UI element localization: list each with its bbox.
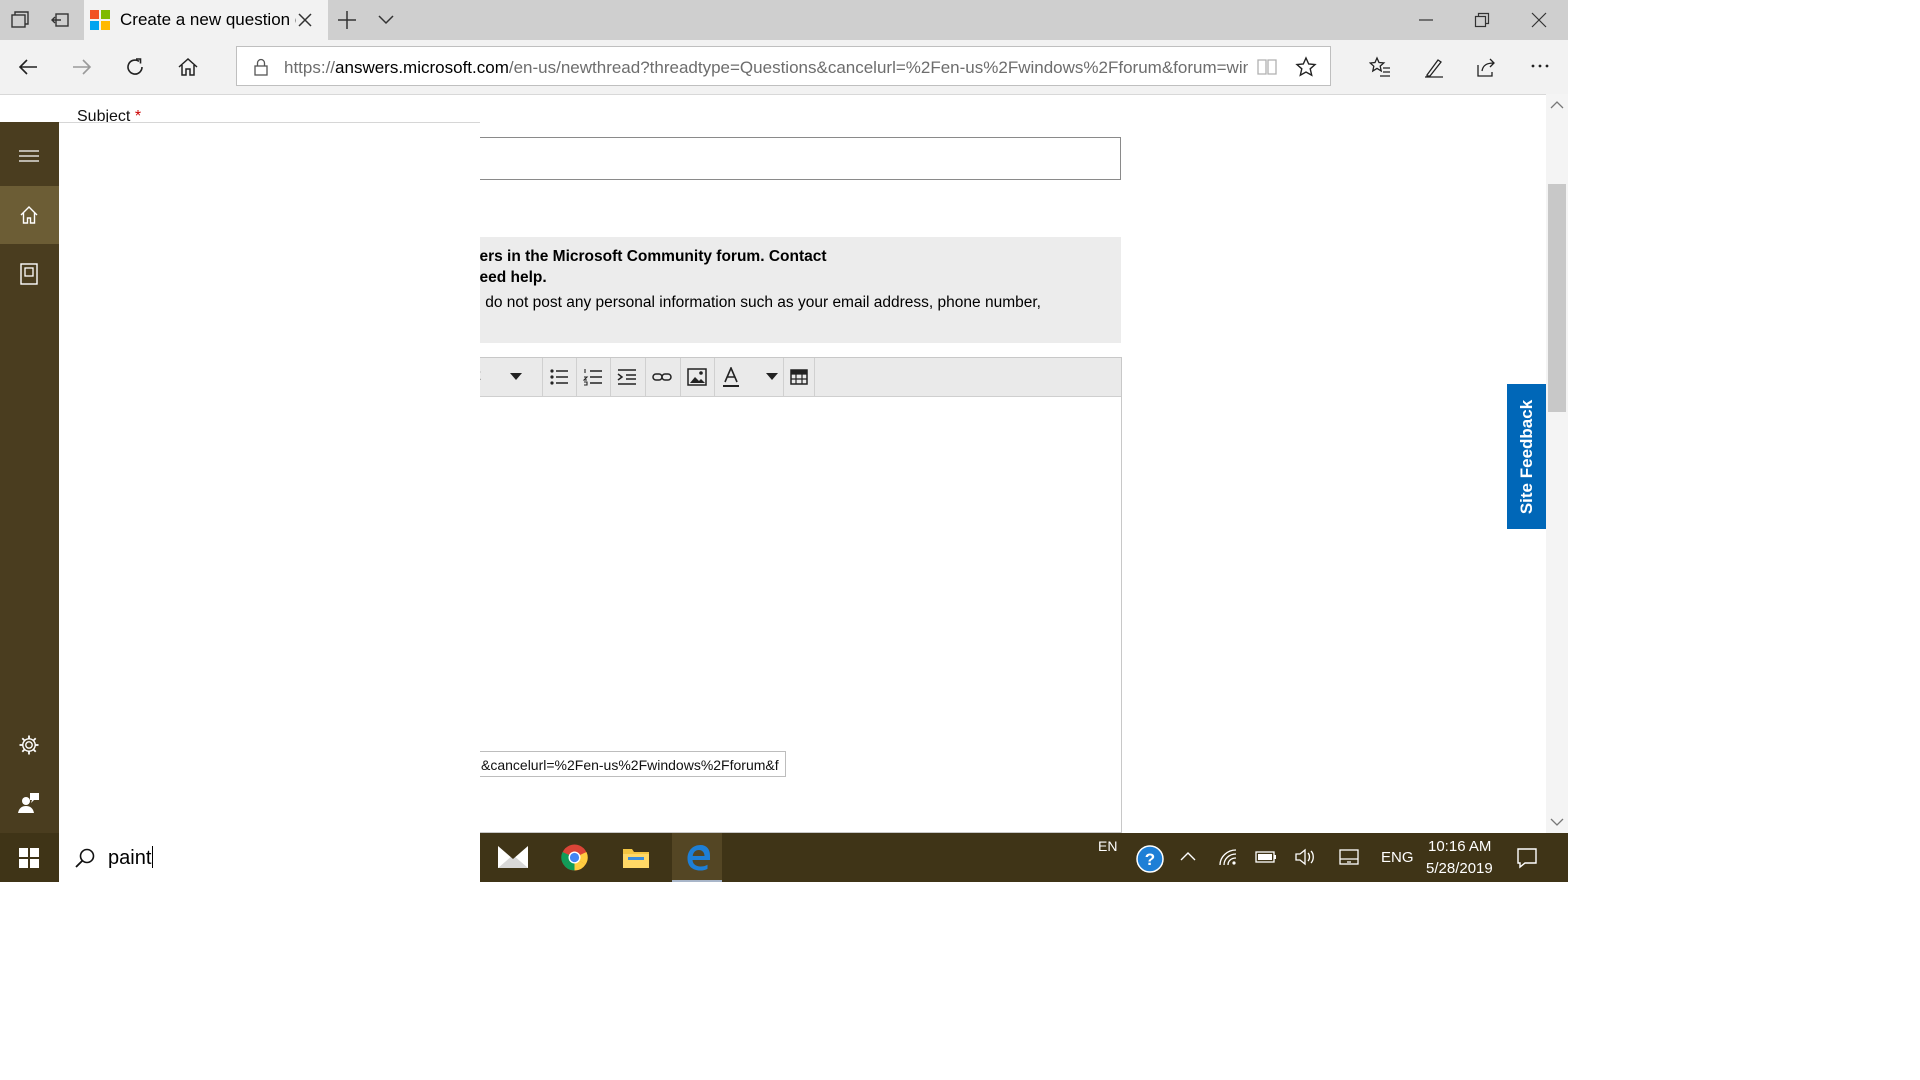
- action-center-icon[interactable]: [1516, 847, 1538, 869]
- notice-line-2: need help.: [470, 269, 547, 286]
- input-indicator[interactable]: EN: [1098, 838, 1117, 854]
- tab-preview-chevron-icon[interactable]: [377, 12, 395, 26]
- mail-app-icon[interactable]: [497, 845, 529, 869]
- indent-icon[interactable]: [610, 358, 642, 396]
- search-input[interactable]: paint: [108, 846, 154, 870]
- close-window-icon[interactable]: [1531, 12, 1547, 28]
- favorites-hub-icon[interactable]: [1369, 56, 1391, 78]
- battery-icon[interactable]: [1255, 851, 1277, 863]
- minimize-icon[interactable]: [1418, 18, 1434, 22]
- clock-time[interactable]: 10:16 AM: [1428, 838, 1491, 855]
- refresh-icon[interactable]: [124, 56, 146, 78]
- site-feedback-button[interactable]: Site Feedback: [1507, 384, 1546, 529]
- font-color-dropdown-icon[interactable]: [766, 373, 778, 381]
- notice-line-3: y, do not post any personal information …: [470, 294, 1041, 311]
- scroll-down-icon[interactable]: [1550, 817, 1564, 827]
- address-url[interactable]: https://answers.microsoft.com/en-us/newt…: [284, 58, 1248, 78]
- insert-table-icon[interactable]: [783, 358, 815, 396]
- volume-icon[interactable]: [1294, 848, 1316, 866]
- notice-line-1: bers in the Microsoft Community forum. C…: [470, 248, 827, 265]
- settings-gear-icon[interactable]: [18, 734, 40, 756]
- url-tooltip: &cancelurl=%2Fen-us%2Fwindows%2Fforum&f: [470, 751, 786, 777]
- chrome-app-icon[interactable]: [561, 844, 588, 871]
- reading-view-icon[interactable]: [1256, 57, 1278, 77]
- language-indicator[interactable]: ENG: [1381, 849, 1414, 866]
- start-documents-icon[interactable]: [19, 263, 39, 285]
- insert-image-icon[interactable]: [680, 358, 712, 396]
- clock-date[interactable]: 5/28/2019: [1426, 860, 1493, 877]
- bulleted-list-icon[interactable]: [542, 358, 574, 396]
- share-icon[interactable]: [1475, 56, 1497, 78]
- more-options-icon[interactable]: [1530, 62, 1550, 70]
- show-hidden-icons-chevron[interactable]: [1180, 851, 1196, 861]
- close-tab-icon[interactable]: [296, 11, 314, 29]
- new-tab-icon[interactable]: [337, 10, 357, 30]
- scrollbar-thumb[interactable]: [1548, 184, 1566, 412]
- forward-icon[interactable]: [71, 56, 93, 78]
- format-dropdown-arrow-icon[interactable]: [510, 373, 522, 381]
- tab-title: Create a new question o: [120, 10, 296, 29]
- touch-keyboard-icon[interactable]: [1339, 849, 1359, 865]
- lock-icon[interactable]: [252, 57, 270, 77]
- svg-text:?: ?: [1145, 850, 1155, 869]
- windows-start-icon[interactable]: [19, 848, 39, 868]
- restore-icon[interactable]: [1474, 12, 1490, 28]
- set-tabs-aside-icon[interactable]: [50, 10, 70, 30]
- file-explorer-icon[interactable]: [622, 845, 650, 869]
- microsoft-logo-icon: [90, 10, 110, 30]
- back-icon[interactable]: [17, 56, 39, 78]
- numbered-list-icon[interactable]: [576, 358, 608, 396]
- insert-link-icon[interactable]: [645, 358, 677, 396]
- subject-input[interactable]: [470, 137, 1121, 180]
- font-color-icon[interactable]: [714, 358, 746, 396]
- start-search-results-panel: [59, 122, 480, 833]
- help-icon[interactable]: ?: [1136, 845, 1164, 873]
- home-icon[interactable]: [177, 56, 199, 78]
- hamburger-menu-icon[interactable]: [19, 149, 39, 163]
- scroll-up-icon[interactable]: [1550, 100, 1564, 110]
- wifi-icon[interactable]: [1218, 848, 1238, 866]
- start-home-icon: [19, 205, 39, 225]
- tab-actions-icon[interactable]: [10, 10, 30, 30]
- feedback-user-icon[interactable]: [18, 792, 40, 814]
- edge-browser-icon: [684, 843, 712, 871]
- favorite-star-icon[interactable]: [1295, 56, 1317, 78]
- search-icon: [74, 847, 96, 869]
- site-feedback-label: Site Feedback: [1516, 399, 1536, 514]
- pen-notes-icon[interactable]: [1423, 56, 1445, 78]
